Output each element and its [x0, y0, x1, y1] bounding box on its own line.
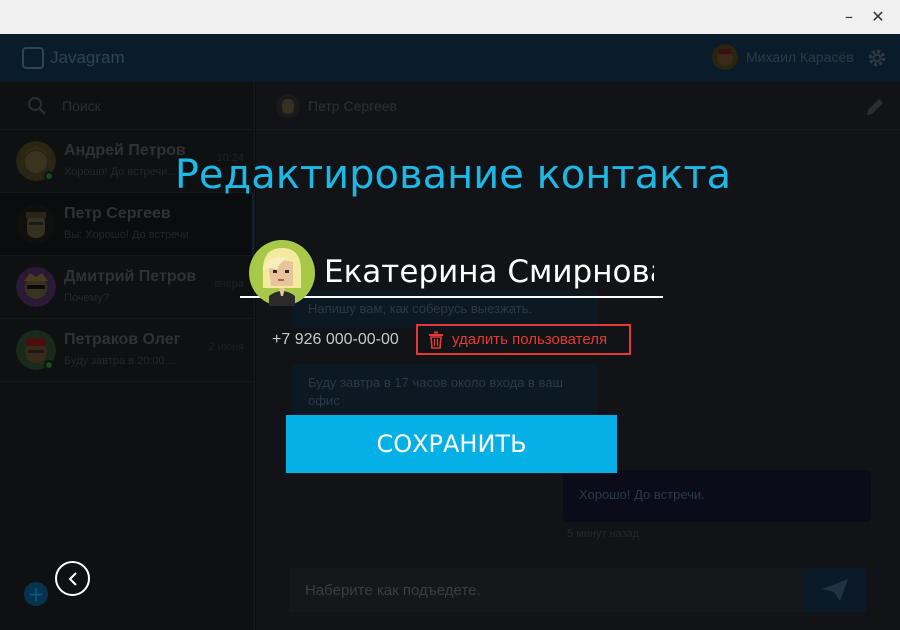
minimize-button[interactable]: – — [834, 4, 864, 28]
contact-last-message: Почему? — [64, 292, 109, 304]
message-bubble-outgoing: Хорошо! До встречи. — [563, 470, 871, 522]
message-time: 5 минут назад — [567, 528, 640, 540]
search-input[interactable] — [62, 96, 232, 116]
chat-contact-avatar — [276, 94, 300, 118]
edit-pencil-icon[interactable] — [864, 96, 886, 118]
send-button[interactable] — [804, 568, 866, 612]
contact-name: Петр Сергеев — [64, 205, 171, 222]
contact-name-input[interactable] — [324, 250, 654, 294]
contact-avatar — [16, 204, 56, 244]
delete-user-button[interactable]: удалить пользователя — [416, 324, 631, 355]
contact-phone: +7 926 000-00-00 — [272, 331, 399, 348]
contact-item-oleg[interactable]: Петраков Олег Буду завтра в 20:00.... 2 … — [0, 319, 254, 382]
app-header: Javagram Михаил Карасёв — [0, 34, 900, 82]
search-bar — [0, 82, 254, 130]
app-name: Javagram — [50, 48, 125, 67]
contact-item-petr[interactable]: Петр Сергеев Вы: Хорошо! До встречи. — [0, 193, 254, 256]
contact-name: Дмитрий Петров — [64, 268, 197, 285]
back-button[interactable] — [55, 561, 90, 596]
current-user-name: Михаил Карасёв — [746, 49, 854, 65]
app-logo: Javagram — [22, 47, 125, 69]
message-input[interactable] — [289, 568, 804, 612]
contact-time: 2 июня — [208, 341, 244, 353]
contact-last-message: Буду завтра в 20:00.... — [64, 355, 177, 367]
close-button[interactable]: ✕ — [863, 4, 893, 28]
current-user-avatar — [712, 44, 738, 70]
window-titlebar: – ✕ — [0, 0, 900, 34]
compose-box — [289, 568, 804, 612]
contact-avatar[interactable] — [249, 240, 315, 306]
modal-title: Редактирование контакта — [174, 152, 732, 198]
add-contact-button[interactable]: + — [24, 582, 48, 606]
current-user[interactable]: Михаил Карасёв — [712, 44, 854, 70]
contact-last-message: Вы: Хорошо! До встречи. — [64, 229, 192, 241]
save-button[interactable]: СОХРАНИТЬ — [286, 415, 617, 473]
chat-contact-name: Петр Сергеев — [308, 98, 397, 114]
chat-header: Петр Сергеев — [256, 82, 900, 130]
contact-item-dmitry[interactable]: Дмитрий Петров Почему? вчера — [0, 256, 254, 319]
chevron-left-icon — [68, 571, 77, 586]
send-icon — [822, 579, 848, 601]
contact-name: Петраков Олег — [64, 331, 181, 348]
delete-user-label: удалить пользователя — [452, 331, 608, 348]
online-indicator — [44, 360, 54, 370]
message-bubble-incoming: Буду завтра в 17 часов около входа в ваш… — [292, 364, 598, 414]
logo-icon — [22, 47, 44, 69]
contact-avatar — [16, 267, 56, 307]
settings-gear-icon[interactable] — [866, 47, 888, 69]
search-icon — [28, 97, 46, 115]
trash-icon — [429, 331, 443, 349]
